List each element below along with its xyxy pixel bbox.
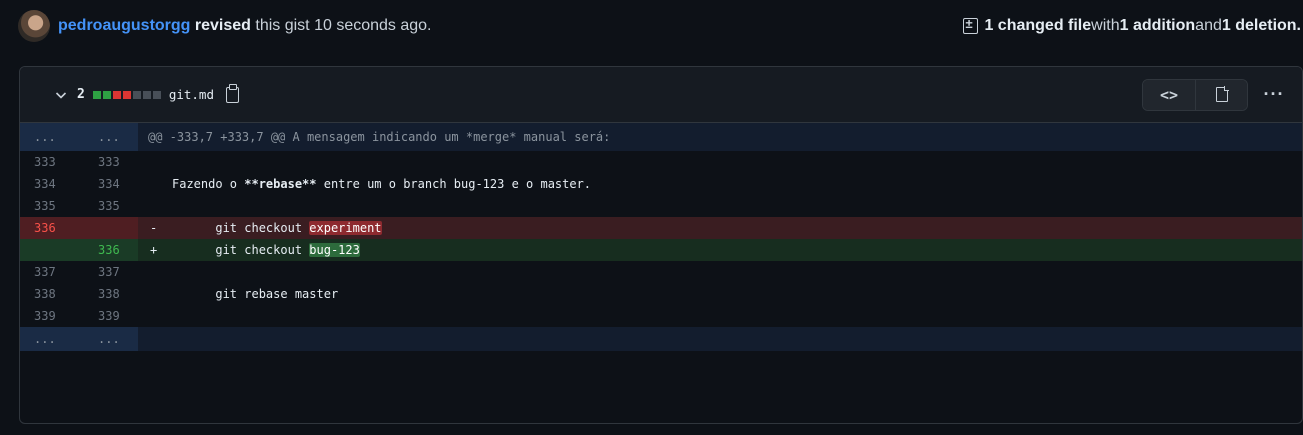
- diff-line: 338 338 git rebase master: [20, 283, 1302, 305]
- revision-time: this gist 10 seconds ago.: [250, 17, 432, 34]
- old-line-number[interactable]: 335: [20, 199, 58, 213]
- changed-word-highlight: experiment: [309, 221, 382, 235]
- code-line: git checkout bug-123: [172, 243, 1302, 257]
- file-diff: 2 git.md <> ··· ... ... @@ -333,7 +333,7…: [19, 66, 1303, 424]
- diff-line: 333 333: [20, 151, 1302, 173]
- user-link[interactable]: pedroaugustorgg: [58, 17, 190, 34]
- file-icon: [1215, 86, 1229, 102]
- expand-old[interactable]: ...: [20, 327, 58, 351]
- diff-sign: -: [150, 221, 158, 235]
- old-line-number[interactable]: 339: [20, 309, 58, 323]
- old-line-number[interactable]: 337: [20, 265, 58, 279]
- new-line-number[interactable]: 339: [58, 309, 138, 323]
- old-line-number[interactable]: 336: [20, 217, 58, 239]
- diff-table: ... ... @@ -333,7 +333,7 @@ A mensagem i…: [20, 123, 1302, 351]
- changed-files-count[interactable]: 1 changed file: [984, 17, 1091, 35]
- file-diff-icon: [963, 16, 979, 34]
- changed-word-highlight: bug-123: [309, 243, 360, 257]
- and-text: and: [1195, 17, 1222, 34]
- deletions-count: 1 deletion.: [1221, 17, 1301, 34]
- code-view-button[interactable]: <>: [1143, 79, 1195, 110]
- revision-action[interactable]: revised: [195, 17, 251, 34]
- diffstat-block: [132, 90, 141, 99]
- code-bold-text: **rebase**: [244, 177, 317, 191]
- diffstat-block: [92, 90, 101, 99]
- diff-line: 337 337: [20, 261, 1302, 283]
- kebab-icon[interactable]: ···: [1260, 84, 1288, 105]
- change-count: 2: [77, 87, 85, 102]
- avatar[interactable]: [18, 10, 50, 42]
- chevron-down-icon[interactable]: [53, 87, 69, 103]
- revision-header: pedroaugustorgg revised this gist 10 sec…: [18, 8, 1303, 44]
- new-line-number[interactable]: [58, 217, 138, 239]
- new-line-number[interactable]: 335: [58, 199, 138, 213]
- expand-new[interactable]: ...: [58, 327, 138, 351]
- new-line-number[interactable]: 336: [58, 239, 138, 261]
- code-icon: <>: [1159, 85, 1179, 104]
- file-header: 2 git.md <> ···: [20, 67, 1302, 123]
- diffstat-block: [152, 90, 161, 99]
- view-toggle: <>: [1142, 78, 1248, 111]
- code-line: git rebase master: [172, 287, 339, 301]
- new-line-number[interactable]: 334: [58, 177, 138, 191]
- hunk-footer: ... ...: [20, 327, 1302, 351]
- code-line: git checkout experiment: [172, 221, 1302, 235]
- file-name[interactable]: git.md: [169, 87, 214, 102]
- old-line-number[interactable]: [20, 239, 58, 261]
- diff-line: 339 339: [20, 305, 1302, 327]
- new-line-number[interactable]: 337: [58, 265, 138, 279]
- code-text: git checkout: [172, 221, 310, 235]
- code-text: git checkout: [172, 243, 310, 257]
- old-line-number[interactable]: 338: [20, 287, 58, 301]
- code-line: Fazendo o **rebase** entre um o branch b…: [172, 177, 1302, 191]
- change-summary: 1 changed file with 1 addition and 1 del…: [963, 16, 1303, 35]
- with-text: with: [1091, 17, 1120, 34]
- additions-count: 1 addition: [1119, 17, 1196, 34]
- hunk-text: @@ -333,7 +333,7 @@ A mensagem indicando…: [148, 130, 611, 144]
- new-line-number[interactable]: 338: [58, 287, 138, 301]
- diff-line: 334 334 Fazendo o **rebase** entre um o br…: [20, 173, 1302, 195]
- copy-icon[interactable]: [225, 83, 239, 103]
- file-view-button[interactable]: [1195, 79, 1247, 110]
- diff-sign: +: [150, 243, 158, 257]
- diffstat-block: [122, 90, 131, 99]
- revision-summary: pedroaugustorgg revised this gist 10 sec…: [58, 17, 432, 35]
- diff-line: 335 335: [20, 195, 1302, 217]
- code-text: Fazendo o: [172, 177, 245, 191]
- hunk-expand-new[interactable]: ...: [58, 123, 138, 151]
- diff-line: 336 - git checkout experiment: [20, 217, 1302, 239]
- old-line-number[interactable]: 334: [20, 177, 58, 191]
- diffstat-blocks: [92, 90, 161, 99]
- file-actions: <> ···: [1142, 78, 1288, 111]
- diffstat-block: [142, 90, 151, 99]
- diff-line: 336 + git checkout bug-123: [20, 239, 1302, 261]
- new-line-number[interactable]: 333: [58, 155, 138, 169]
- diffstat-block: [112, 90, 121, 99]
- old-line-number[interactable]: 333: [20, 155, 58, 169]
- code-text: entre um o branch bug-123 e o master.: [316, 177, 592, 191]
- diffstat-block: [102, 90, 111, 99]
- hunk-header: ... ... @@ -333,7 +333,7 @@ A mensagem i…: [20, 123, 1302, 151]
- hunk-expand-old[interactable]: ...: [20, 123, 58, 151]
